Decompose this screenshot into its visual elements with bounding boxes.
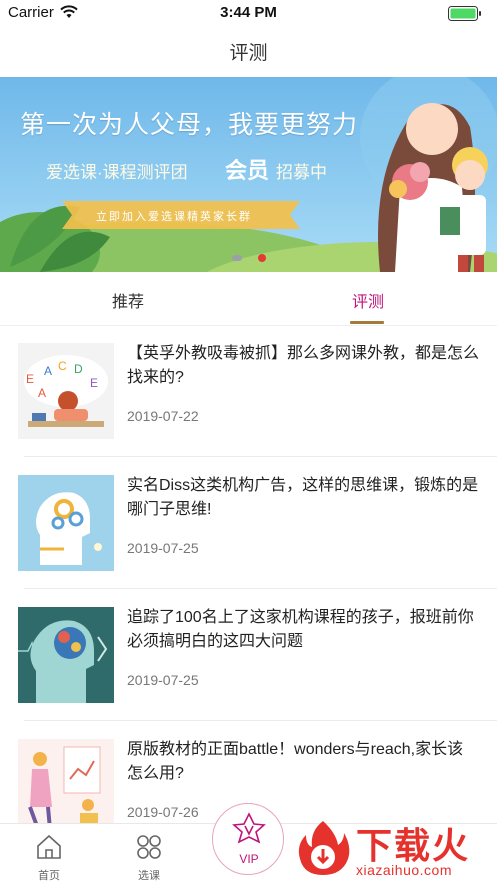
vip-label: VIP xyxy=(239,852,259,866)
carousel-dot-1[interactable] xyxy=(232,255,242,261)
article-thumbnail xyxy=(18,607,114,703)
promo-banner[interactable]: 第一次为人父母，我要更努力 爱选课·课程测评团 会员 招募中 立即加入爱选课精英… xyxy=(0,77,497,272)
status-time: 3:44 PM xyxy=(220,4,277,21)
tabbar-item-home[interactable]: 首页 xyxy=(24,834,74,883)
article-title[interactable]: 实名Diss这类机构广告，这样的思维课，锻炼的是哪门子思维! xyxy=(127,474,479,522)
tab-bar-top: 推荐 评测 xyxy=(0,272,497,326)
article-title[interactable]: 追踪了100名上了这家机构课程的孩子，报班前你必须搞明白的这四大问题 xyxy=(127,606,479,654)
divider xyxy=(24,456,497,457)
article-title[interactable]: 原版教材的正面battle！wonders与reach,家长该怎么用? xyxy=(127,738,479,786)
svg-text:A: A xyxy=(44,364,52,378)
article-date: 2019-07-25 xyxy=(127,672,199,688)
banner-subtitle: 爱选课·课程测评团 xyxy=(46,163,188,182)
battery-icon xyxy=(448,6,481,21)
tabbar-item-courses[interactable]: 选课 xyxy=(124,834,174,883)
article-thumbnail xyxy=(18,475,114,571)
svg-text:C: C xyxy=(58,359,67,373)
article-date: 2019-07-26 xyxy=(127,804,199,820)
status-bar: Carrier 3:44 PM xyxy=(0,0,497,26)
vip-button[interactable]: VIP xyxy=(212,803,284,875)
tabbar-label-courses: 选课 xyxy=(138,870,160,882)
watermark-en: xiazaihuo.com xyxy=(356,862,452,878)
banner-headline: 第一次为人父母，我要更努力 xyxy=(20,111,359,139)
article-item[interactable]: E A C D E A 【英孚外教吸毒被抓】那么多网课外教，都是怎么找来的? 2… xyxy=(0,328,497,460)
article-item[interactable]: 实名Diss这类机构广告，这样的思维课，锻炼的是哪门子思维! 2019-07-2… xyxy=(0,460,497,592)
banner-subtitle-tail: 招募中 xyxy=(276,163,327,182)
tab-review[interactable]: 评测 xyxy=(352,288,384,312)
grid-icon xyxy=(137,835,161,859)
article-title[interactable]: 【英孚外教吸毒被抓】那么多网课外教，都是怎么找来的? xyxy=(127,342,479,390)
article-date: 2019-07-25 xyxy=(127,540,199,556)
article-thumbnail: E A C D E A xyxy=(18,343,114,439)
carousel-dot-2-active[interactable] xyxy=(258,254,266,262)
svg-text:D: D xyxy=(74,362,83,376)
svg-text:E: E xyxy=(90,376,98,390)
page-title: 评测 xyxy=(229,43,268,64)
tab-recommend[interactable]: 推荐 xyxy=(112,288,144,312)
article-date: 2019-07-22 xyxy=(127,408,199,424)
home-icon xyxy=(37,834,61,859)
tabbar-label-home: 首页 xyxy=(38,870,60,882)
vip-star-icon xyxy=(232,812,266,844)
active-tab-indicator xyxy=(350,321,384,324)
banner-ribbon-text: 立即加入爱选课精英家长群 xyxy=(96,211,252,223)
watermark: 下载火 xiazaihuo.com xyxy=(292,815,497,883)
banner-subtitle-accent: 会员 xyxy=(225,158,270,183)
article-item[interactable]: 追踪了100名上了这家机构课程的孩子，报班前你必须搞明白的这四大问题 2019-… xyxy=(0,592,497,724)
divider xyxy=(24,588,497,589)
flame-logo-icon xyxy=(298,821,350,875)
divider xyxy=(24,720,497,721)
svg-text:E: E xyxy=(26,372,34,386)
article-thumbnail xyxy=(18,739,114,835)
svg-text:A: A xyxy=(38,386,46,400)
